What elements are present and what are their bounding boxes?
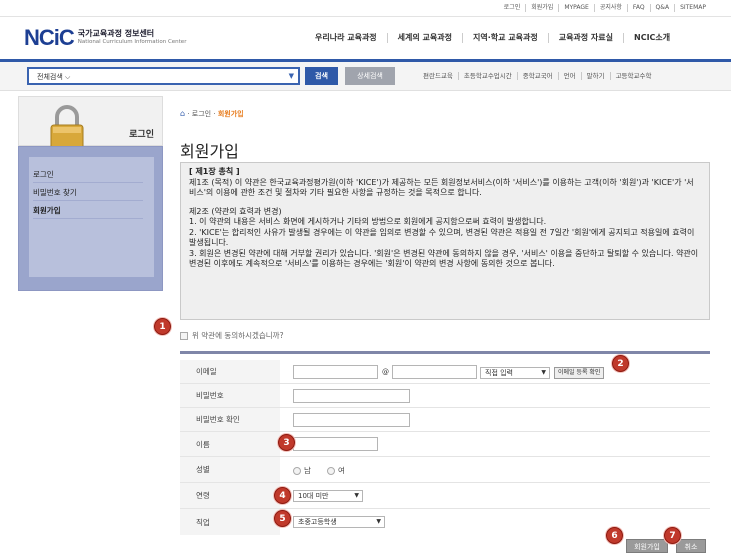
breadcrumb-login[interactable]: 로그인 — [192, 110, 211, 118]
email-row: 이메일 @ 직접 입력 ▼ 이메일 등록 확인 — [180, 360, 710, 384]
top-utility-bar: 로그인 회원가입 MYPAGE 공지사항 FAQ Q&A SITEMAP — [0, 0, 731, 17]
keyword-link[interactable]: 중학교국어 — [516, 72, 558, 80]
terms-article-1: 제1조 (목적) 이 약관은 한국교육과정평가원(이하 'KICE')가 제공하… — [189, 177, 694, 198]
terms-chapter: [ 제1장 총칙 ] — [189, 167, 240, 176]
terms-article-2-1: 1. 이 약관의 내용은 서비스 화면에 게시하거나 기타의 방법으로 회원에게… — [189, 217, 547, 226]
terms-box[interactable]: [ 제1장 총칙 ] 제1조 (목적) 이 약관은 한국교육과정평가원(이하 '… — [180, 162, 710, 320]
gender-male-radio[interactable]: 남 — [293, 465, 311, 476]
nav-ncic-about[interactable]: NCIC소개 — [623, 33, 680, 43]
gender-female-radio[interactable]: 여 — [327, 465, 345, 476]
email-id-field[interactable] — [293, 365, 378, 379]
terms-article-2-3: 3. 회원은 변경된 약관에 대해 거부할 권리가 있습니다. '회원'은 변경… — [189, 248, 701, 269]
annotation-badge: 6 — [606, 527, 623, 544]
keyword-link[interactable]: 언어 — [557, 72, 581, 80]
password-field[interactable] — [293, 389, 410, 403]
name-field[interactable] — [293, 437, 378, 451]
top-link-login[interactable]: 로그인 — [499, 4, 526, 12]
padlock-icon — [50, 105, 84, 150]
left-nav-header: 로그인 — [18, 96, 163, 150]
annotation-badge: 5 — [274, 510, 291, 527]
breadcrumb: ⌂ · 로그인 · 회원가입 — [180, 109, 244, 118]
top-link-mypage[interactable]: MYPAGE — [558, 4, 594, 12]
password-label: 비밀번호 — [180, 384, 280, 407]
breadcrumb-current: 회원가입 — [217, 110, 244, 118]
nav-local-curriculum[interactable]: 지역·학교 교육과정 — [461, 33, 548, 43]
divider — [33, 182, 143, 183]
annotation-badge: 4 — [274, 487, 291, 504]
search-button[interactable]: 검색 — [305, 67, 338, 85]
keyword-link[interactable]: 말하기 — [580, 72, 610, 80]
nav-world-curriculum[interactable]: 세계의 교육과정 — [386, 33, 462, 43]
agree-checkbox[interactable] — [180, 331, 188, 340]
job-row: 직업 초중고등학생 ▼ — [180, 509, 710, 535]
sidebar-item-login[interactable]: 로그인 — [33, 169, 54, 180]
agree-row: 위 약관에 동의하시겠습니까? — [180, 330, 284, 341]
main-nav: 우리나라 교육과정 세계의 교육과정 지역·학교 교육과정 교육과정 자료실 N… — [305, 33, 680, 43]
page-title: 회원가입 — [180, 142, 239, 161]
site-header: NCiC 국가교육과정 정보센터 National Curriculum Inf… — [0, 17, 731, 59]
annotation-badge: 3 — [278, 434, 295, 451]
search-input[interactable]: 전체검색 ⌵ ▼ — [27, 67, 300, 85]
annotation-badge: 7 — [664, 527, 681, 544]
annotation-badge: 1 — [154, 318, 171, 335]
divider — [33, 200, 143, 201]
agree-label: 위 약관에 동의하시겠습니까? — [192, 331, 284, 340]
search-bar: 전체검색 ⌵ ▼ 검색 상세검색 편란드교육 초등학교수업시간 중학교국어 언어… — [0, 59, 731, 91]
top-link-sitemap[interactable]: SITEMAP — [674, 4, 711, 12]
top-link-join[interactable]: 회원가입 — [525, 4, 558, 12]
age-label: 연령 — [180, 483, 280, 508]
divider — [33, 218, 143, 219]
sidebar-item-find-password[interactable]: 비밀번호 찾기 — [33, 187, 77, 198]
search-scope-select[interactable]: 전체검색 ⌵ — [37, 72, 70, 82]
terms-article-2-2: 2. 'KICE'는 합리적인 사유가 발생될 경우에는 이 약관을 임의로 변… — [189, 227, 697, 248]
age-row: 연령 10대 미만 ▼ — [180, 483, 710, 509]
top-link-notice[interactable]: 공지사항 — [593, 4, 627, 12]
popular-keywords: 편란드교육 초등학교수업시간 중학교국어 언어 말하기 고등학교수학 — [418, 72, 656, 80]
left-nav-title: 로그인 — [129, 130, 154, 140]
top-link-qna[interactable]: Q&A — [649, 4, 675, 12]
password-confirm-label: 비밀번호 확인 — [180, 408, 280, 431]
password-confirm-row: 비밀번호 확인 — [180, 408, 710, 432]
nav-korea-curriculum[interactable]: 우리나라 교육과정 — [305, 33, 387, 43]
password-confirm-field[interactable] — [293, 413, 410, 427]
email-label: 이메일 — [180, 360, 280, 383]
age-select[interactable]: 10대 미만 ▼ — [293, 490, 363, 502]
job-select[interactable]: 초중고등학생 ▼ — [293, 516, 385, 528]
left-nav-menu: 로그인 비밀번호 찾기 회원가입 — [18, 146, 163, 291]
gender-label: 성별 — [180, 457, 280, 482]
dropdown-arrow-icon[interactable]: ▼ — [289, 72, 294, 80]
logo-english: National Curriculum Information Center — [77, 39, 187, 45]
join-form: 이메일 @ 직접 입력 ▼ 이메일 등록 확인 비밀번호 비밀번호 확인 이름 성… — [180, 351, 710, 535]
top-link-faq[interactable]: FAQ — [626, 4, 650, 12]
home-icon[interactable]: ⌂ — [180, 109, 185, 118]
left-nav: 로그인 로그인 비밀번호 찾기 회원가입 — [18, 96, 163, 291]
annotation-badge: 2 — [612, 355, 629, 372]
job-label: 직업 — [180, 509, 280, 535]
name-label: 이름 — [180, 432, 280, 456]
gender-row: 성별 남 여 — [180, 457, 710, 483]
nav-curriculum-archive[interactable]: 교육과정 자료실 — [547, 33, 623, 43]
email-domain-field[interactable] — [392, 365, 477, 379]
top-links: 로그인 회원가입 MYPAGE 공지사항 FAQ Q&A SITEMAP — [499, 4, 711, 12]
name-row: 이름 — [180, 432, 710, 457]
sidebar-item-join[interactable]: 회원가입 — [33, 205, 61, 216]
keyword-link[interactable]: 편란드교육 — [418, 72, 458, 80]
email-check-button[interactable]: 이메일 등록 확인 — [554, 367, 605, 379]
logo-mark: NCiC — [24, 25, 75, 50]
email-domain-select[interactable]: 직접 입력 ▼ — [480, 367, 550, 379]
terms-article-2-title: 제2조 (약관의 효력과 변경) — [189, 206, 282, 216]
site-logo[interactable]: NCiC 국가교육과정 정보센터 National Curriculum Inf… — [24, 27, 186, 49]
keyword-link[interactable]: 초등학교수업시간 — [457, 72, 517, 80]
password-row: 비밀번호 — [180, 384, 710, 408]
detail-search-button[interactable]: 상세검색 — [345, 67, 395, 85]
join-button[interactable]: 회원가입 — [626, 539, 668, 553]
keyword-link[interactable]: 고등학교수학 — [609, 72, 657, 80]
logo-korean: 국가교육과정 정보센터 — [77, 29, 155, 38]
cancel-button[interactable]: 취소 — [676, 539, 706, 553]
